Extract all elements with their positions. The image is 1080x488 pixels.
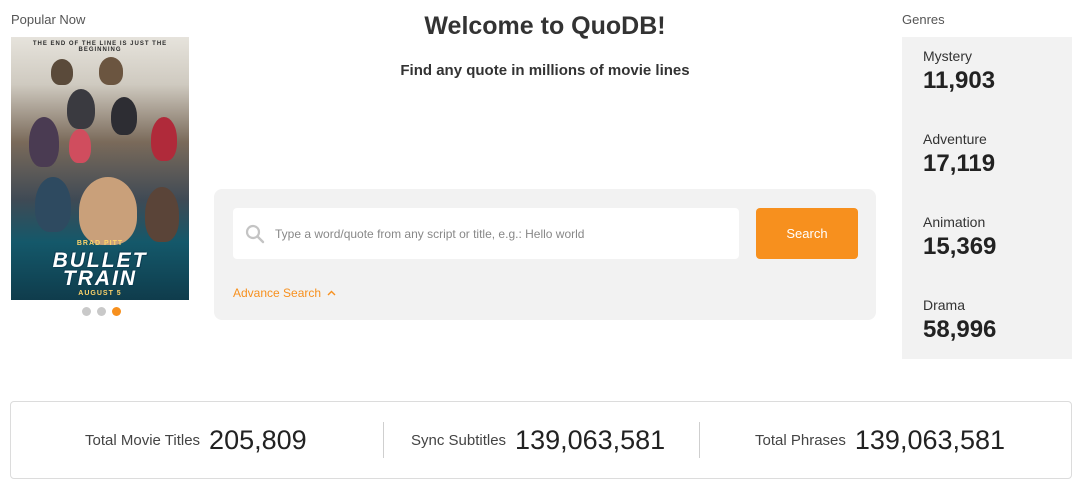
page-subtitle: Find any quote in millions of movie line… — [400, 62, 690, 79]
movie-poster[interactable]: THE END OF THE LINE IS JUST THE BEGINNIN… — [11, 37, 189, 300]
genre-item-mystery[interactable]: Mystery 11,903 — [923, 48, 995, 95]
chevron-up-icon — [327, 290, 336, 296]
stat-value: 205,809 — [209, 424, 307, 455]
genre-item-animation[interactable]: Animation 15,369 — [923, 214, 996, 261]
genre-name: Adventure — [923, 131, 987, 147]
stat-value: 139,063,581 — [515, 424, 666, 455]
poster-figure — [29, 117, 59, 167]
genre-item-drama[interactable]: Drama 58,996 — [923, 297, 996, 344]
stat-label: Total Movie Titles — [85, 431, 201, 449]
genres-panel: Mystery 11,903 Adventure 17,119 Animatio… — [902, 37, 1072, 359]
advance-search-label: Advance Search — [233, 286, 322, 300]
poster-figure — [111, 97, 137, 135]
carousel-dot-3[interactable] — [112, 307, 121, 316]
poster-tagline: THE END OF THE LINE IS JUST THE BEGINNIN… — [32, 41, 168, 53]
stat-sync-subtitles: Sync Subtitles 139,063,581 — [411, 402, 665, 478]
stat-divider — [383, 422, 384, 458]
stats-bar: Total Movie Titles 205,809 Sync Subtitle… — [10, 401, 1072, 479]
poster-figure — [151, 117, 177, 161]
genre-name: Mystery — [923, 48, 972, 64]
stat-label: Sync Subtitles — [411, 431, 507, 449]
stat-divider — [699, 422, 700, 458]
genres-title: Genres — [902, 12, 945, 27]
poster-title-line2: TRAIN — [62, 267, 138, 290]
poster-figure — [67, 89, 95, 129]
genre-count: 58,996 — [923, 316, 997, 343]
poster-figure — [69, 129, 91, 163]
poster-figure — [35, 177, 71, 232]
search-box[interactable] — [233, 208, 739, 259]
poster-figure — [79, 177, 137, 245]
stat-label: Total Phrases — [755, 431, 846, 449]
search-icon — [245, 224, 265, 243]
search-panel: Search Advance Search — [214, 189, 876, 320]
poster-actor: BRAD PITT — [76, 240, 124, 247]
carousel-dot-2[interactable] — [97, 307, 106, 316]
poster-figure — [145, 187, 179, 242]
poster-release-date: AUGUST 5 — [78, 290, 122, 297]
carousel-dot-1[interactable] — [82, 307, 91, 316]
search-button[interactable]: Search — [756, 208, 858, 259]
stat-total-phrases: Total Phrases 139,063,581 — [755, 402, 1005, 478]
poster-figure — [99, 57, 123, 85]
stat-value: 139,063,581 — [854, 424, 1006, 455]
advance-search-toggle[interactable]: Advance Search — [233, 286, 336, 300]
popular-now-title: Popular Now — [11, 12, 86, 27]
poster-figure — [51, 59, 73, 85]
genre-name: Animation — [923, 214, 986, 230]
stat-total-movie-titles: Total Movie Titles 205,809 — [85, 402, 307, 478]
genre-count: 17,119 — [923, 150, 996, 177]
carousel-dots — [82, 307, 121, 316]
genre-count: 15,369 — [923, 233, 997, 260]
genre-count: 11,903 — [923, 67, 996, 94]
genre-name: Drama — [923, 297, 966, 313]
page-title: Welcome to QuoDB! — [424, 12, 666, 40]
search-input[interactable] — [275, 226, 715, 241]
genre-item-adventure[interactable]: Adventure 17,119 — [923, 131, 995, 178]
